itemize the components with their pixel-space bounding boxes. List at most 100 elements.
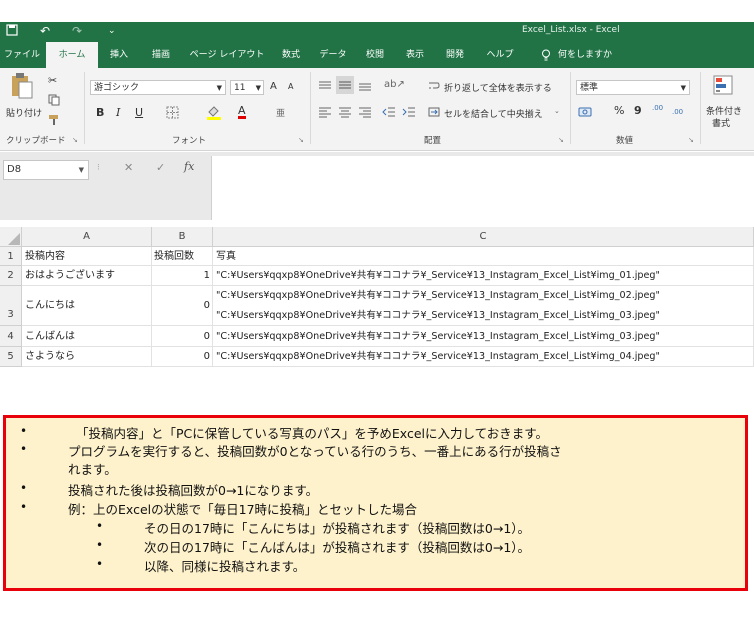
fill-color-icon[interactable]	[206, 104, 222, 123]
increase-indent-icon[interactable]	[402, 106, 416, 121]
cell-c5[interactable]: "C:¥Users¥qqxp8¥OneDrive¥共有¥ココナラ¥_Servic…	[213, 347, 754, 367]
row-header[interactable]: 3	[0, 286, 22, 326]
cell-c1[interactable]: 写真	[213, 247, 754, 266]
clipboard-launcher-icon[interactable]: ↘	[72, 136, 78, 144]
orientation-icon[interactable]: ab↗	[384, 79, 405, 90]
column-header-b[interactable]: B	[152, 227, 213, 247]
percent-button[interactable]: %	[614, 104, 624, 117]
row-header[interactable]: 1	[0, 247, 22, 266]
decrease-decimal-button[interactable]: .00	[672, 108, 683, 116]
alignment-launcher-icon[interactable]: ↘	[558, 136, 564, 144]
cell-c4[interactable]: "C:¥Users¥qqxp8¥OneDrive¥共有¥ココナラ¥_Servic…	[213, 326, 754, 347]
cell-b3[interactable]: 0	[152, 286, 213, 326]
number-format-select[interactable]: 標準 ▼	[576, 80, 690, 95]
customize-quick-access-icon[interactable]: ⌄	[108, 26, 116, 36]
row-header[interactable]: 5	[0, 347, 22, 367]
chevron-down-icon: ▼	[680, 84, 686, 92]
cancel-icon[interactable]: ✕	[124, 161, 133, 174]
cell-a4[interactable]: こんばんは	[22, 326, 152, 347]
align-bottom-icon[interactable]	[358, 80, 372, 95]
formula-input[interactable]	[211, 156, 754, 220]
align-right-icon[interactable]	[358, 106, 372, 121]
formula-bar: D8 ▼ ⁝ ✕ ✓ fx	[0, 152, 754, 220]
divider	[570, 72, 571, 144]
font-family-select[interactable]: 游ゴシック ▼	[90, 80, 226, 95]
paste-icon[interactable]	[10, 72, 34, 103]
italic-button[interactable]: I	[116, 106, 120, 119]
font-family-value: 游ゴシック	[94, 83, 140, 93]
clipboard-group-label: クリップボード	[6, 136, 66, 146]
currency-icon[interactable]	[578, 106, 592, 121]
tab-page-layout[interactable]: ページ レイアウト	[188, 42, 266, 68]
tab-view[interactable]: 表示	[400, 42, 430, 68]
row-header[interactable]: 2	[0, 266, 22, 286]
grow-font-button[interactable]: A	[270, 81, 277, 92]
save-icon[interactable]	[6, 24, 18, 39]
font-color-icon[interactable]: A	[238, 104, 246, 119]
insert-function-icon[interactable]: fx	[184, 160, 194, 173]
cell-a1[interactable]: 投稿内容	[22, 247, 152, 266]
note-line-8: 以降、同様に投稿されます。	[144, 559, 306, 574]
paste-button[interactable]: 貼り付け	[6, 106, 42, 119]
tab-insert[interactable]: 挿入	[104, 42, 134, 68]
cell-b2[interactable]: 1	[152, 266, 213, 286]
conditional-formatting-icon[interactable]	[712, 74, 734, 99]
tab-formulas[interactable]: 数式	[276, 42, 306, 68]
name-box[interactable]: D8 ▼	[3, 160, 89, 180]
comma-button[interactable]: 9	[634, 104, 642, 117]
merge-center-icon[interactable]	[428, 106, 440, 121]
cell-c3[interactable]: "C:¥Users¥qqxp8¥OneDrive¥共有¥ココナラ¥_Servic…	[213, 286, 754, 326]
borders-icon[interactable]	[166, 106, 179, 122]
row-header[interactable]: 4	[0, 326, 22, 347]
cell-a3[interactable]: こんにちは	[22, 286, 152, 326]
shrink-font-button[interactable]: A	[288, 82, 293, 91]
cell-b1[interactable]: 投稿回数	[152, 247, 213, 266]
chevron-down-icon[interactable]: ⌄	[554, 107, 560, 115]
undo-icon[interactable]: ↶	[40, 24, 50, 38]
tab-file[interactable]: ファイル	[4, 42, 40, 68]
enter-icon[interactable]: ✓	[156, 161, 165, 174]
tab-home[interactable]: ホーム	[46, 42, 98, 70]
format-painter-icon[interactable]	[48, 114, 60, 129]
tab-help[interactable]: ヘルプ	[480, 42, 520, 68]
cell-b5[interactable]: 0	[152, 347, 213, 367]
divider	[84, 72, 85, 144]
merge-center-button[interactable]: セルを結合して中央揃え	[444, 107, 543, 120]
tab-review[interactable]: 校閲	[360, 42, 390, 68]
conditional-formatting-label-2[interactable]: 書式	[712, 116, 730, 129]
cut-icon[interactable]: ✂	[48, 74, 57, 87]
note-line-4: 投稿された後は投稿回数が0→1になります。	[68, 483, 319, 498]
tab-draw[interactable]: 描画	[144, 42, 178, 68]
font-launcher-icon[interactable]: ↘	[298, 136, 304, 144]
align-center-icon[interactable]	[338, 106, 352, 121]
tell-me-search[interactable]: 何をしますか	[558, 42, 628, 68]
align-left-icon[interactable]	[318, 106, 332, 121]
select-all-corner[interactable]	[0, 227, 22, 247]
align-middle-icon[interactable]	[336, 76, 354, 94]
font-size-select[interactable]: 11 ▼	[230, 80, 264, 95]
note-line-2: プログラムを実行すると、投稿回数が0となっている行のうち、一番上にある行が投稿さ	[68, 444, 562, 459]
column-header-c[interactable]: C	[213, 227, 754, 247]
cell-b4[interactable]: 0	[152, 326, 213, 347]
wrap-text-icon[interactable]	[428, 80, 440, 95]
cell-c2[interactable]: "C:¥Users¥qqxp8¥OneDrive¥共有¥ココナラ¥_Servic…	[213, 266, 754, 286]
align-top-icon[interactable]	[318, 80, 332, 95]
tab-developer[interactable]: 開発	[440, 42, 470, 68]
cell-c3-line-1: "C:¥Users¥qqxp8¥OneDrive¥共有¥ココナラ¥_Servic…	[216, 290, 660, 301]
number-launcher-icon[interactable]: ↘	[688, 136, 694, 144]
bold-button[interactable]: B	[96, 106, 104, 119]
increase-decimal-button[interactable]: .00	[652, 104, 663, 112]
copy-icon[interactable]	[48, 94, 60, 109]
wrap-text-button[interactable]: 折り返して全体を表示する	[444, 81, 552, 94]
underline-button[interactable]: U	[135, 106, 143, 119]
cell-a2[interactable]: おはようございます	[22, 266, 152, 286]
decrease-indent-icon[interactable]	[382, 106, 396, 121]
cell-a5[interactable]: さようなら	[22, 347, 152, 367]
more-icon: ⁝	[97, 163, 100, 173]
redo-icon[interactable]: ↷	[72, 24, 82, 38]
column-header-a[interactable]: A	[22, 227, 152, 247]
tab-data[interactable]: データ	[316, 42, 350, 68]
note-line-1: 「投稿内容」と「PCに保管している写真のパス」を予めExcelに入力しておきます…	[76, 426, 549, 441]
phonetic-icon[interactable]: 亜	[276, 106, 285, 119]
lightbulb-icon[interactable]	[538, 42, 554, 68]
